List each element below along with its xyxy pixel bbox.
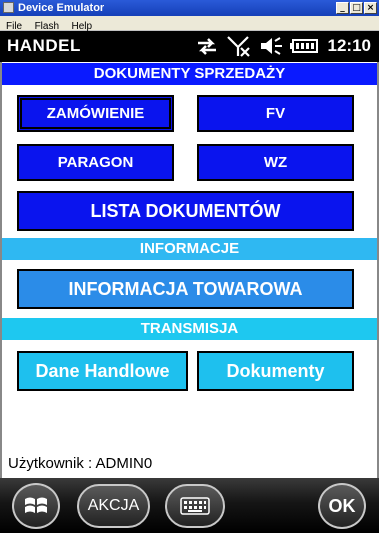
app-icon [3, 2, 14, 13]
dokumenty-button[interactable]: Dokumenty [197, 351, 354, 391]
menu-bar: File Flash Help [0, 16, 379, 32]
keyboard-icon [180, 497, 210, 515]
start-button[interactable] [12, 483, 60, 529]
no-signal-icon [227, 36, 250, 57]
fv-button[interactable]: FV [197, 95, 354, 132]
close-button[interactable]: × [364, 2, 377, 14]
battery-icon [290, 39, 318, 53]
dane-handlowe-button[interactable]: Dane Handlowe [17, 351, 188, 391]
minimize-button[interactable]: _ [336, 2, 349, 14]
lista-dokumentow-button[interactable]: LISTA DOKUMENTÓW [17, 191, 354, 231]
app-name: HANDEL [7, 36, 81, 55]
user-label: Użytkownik : ADMIN0 [8, 455, 153, 472]
maximize-button[interactable]: □ [350, 2, 363, 14]
window-titlebar: Device Emulator _ □ × [0, 0, 379, 16]
softkey-bar: AKCJA OK [0, 478, 379, 533]
section-information: INFORMACJE [2, 238, 377, 260]
window-title: Device Emulator [18, 2, 105, 14]
wz-button[interactable]: WZ [197, 144, 354, 181]
ok-button[interactable]: OK [318, 483, 366, 529]
status-bar: HANDEL 12:10 [0, 31, 379, 62]
paragon-button[interactable]: PARAGON [17, 144, 174, 181]
zamowienie-button[interactable]: ZAMÓWIENIE [17, 95, 174, 132]
section-sales-documents: DOKUMENTY SPRZEDAŻY [2, 63, 377, 85]
keyboard-button[interactable] [165, 484, 225, 528]
informacja-towarowa-button[interactable]: INFORMACJA TOWAROWA [17, 269, 354, 309]
sync-arrows-icon [198, 38, 216, 55]
clock: 12:10 [327, 36, 371, 55]
section-transmission: TRANSMISJA [2, 318, 377, 340]
windows-logo-icon [25, 497, 47, 513]
akcja-softkey[interactable]: AKCJA [77, 484, 150, 528]
speaker-icon [261, 37, 282, 55]
device-emulator-window: Device Emulator _ □ × File Flash Help HA… [0, 0, 379, 533]
